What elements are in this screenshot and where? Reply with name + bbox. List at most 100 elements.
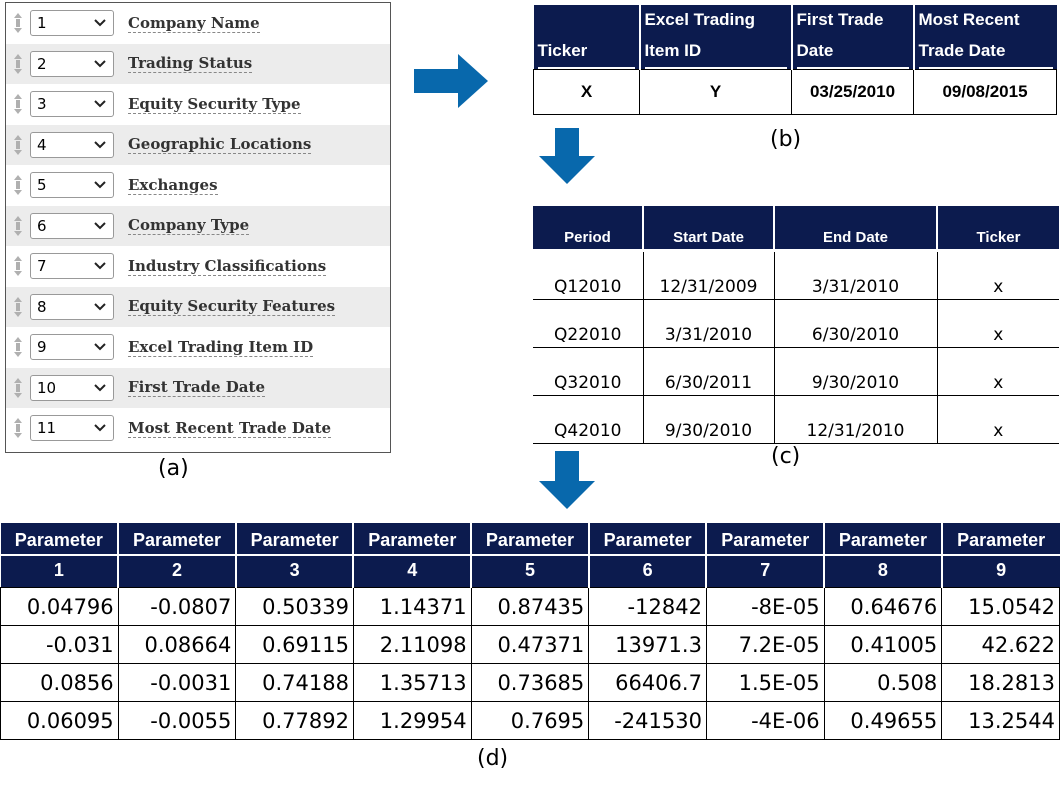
table-cell: 66406.7 [588,663,707,702]
column-header: Parameter 6 [587,523,707,588]
table-cell: 0.04796 [0,587,119,626]
header-number: 1 [0,554,118,584]
table-cell: 1.29954 [352,701,472,740]
table-cell: 03/25/2010 [791,69,914,115]
table-row: Q22010 3/31/2010 6/30/2010 x [533,299,1059,348]
order-select-value: 9 [37,338,47,357]
arrow-right-icon [414,54,488,108]
column-header: Parameter 1 [0,523,119,588]
table-cell: 0.49655 [823,701,943,740]
order-select-value: 11 [37,419,57,438]
drag-handle-icon[interactable] [6,93,30,115]
column-header: Parameter 2 [117,523,236,588]
header-word: Parameter [132,530,222,550]
field-label[interactable]: Equity Security Features [128,297,336,317]
table-cell: 0.69115 [235,625,354,664]
order-select[interactable]: 3 [30,91,114,118]
order-select-value: 2 [37,54,47,73]
chevron-down-icon [93,214,107,245]
drag-handle-icon[interactable] [6,417,30,439]
column-header: Period [533,206,643,252]
table-cell: 09/08/2015 [913,69,1057,115]
table-cell: 0.47371 [470,625,590,664]
drag-handle-icon[interactable] [6,336,30,358]
order-select[interactable]: 7 [30,253,114,280]
table-row: Q32010 6/30/2011 9/30/2010 x [533,347,1059,396]
field-row: 10 First Trade Date [6,367,390,408]
table-cell: -0.031 [0,625,119,664]
drag-handle-icon[interactable] [6,255,30,277]
drag-handle-icon[interactable] [6,12,30,34]
table-cell: 1.35713 [352,663,472,702]
order-select[interactable]: 11 [30,415,114,442]
drag-handle-icon[interactable] [6,215,30,237]
field-label[interactable]: Company Type [128,216,250,236]
table-row: Q12010 12/31/2009 3/31/2010 x [533,250,1059,300]
order-select[interactable]: 1 [30,10,114,37]
chevron-down-icon [93,133,107,164]
chevron-down-icon [93,295,107,326]
period-table: Period Start Date End Date Ticker Q12010 12/… [533,206,1059,444]
table-cell: 3/31/2010 [773,250,937,300]
table-row: Q42010 9/30/2010 12/31/2010 x [533,395,1059,444]
table-cell: 6/30/2010 [773,299,937,348]
caption-b: (b) [770,127,802,152]
field-label[interactable]: Exchanges [128,176,218,195]
order-select[interactable]: 9 [30,334,114,361]
field-row: 6 Company Type [6,205,390,246]
header-number: 5 [472,554,588,584]
field-label[interactable]: Geographic Locations [128,135,312,155]
table-cell: Q42010 [533,395,643,444]
header-word: Parameter [838,530,927,550]
order-select[interactable]: 2 [30,50,114,77]
field-label[interactable]: Trading Status [128,54,253,74]
column-header: Excel Trading Item ID [638,5,792,70]
field-label[interactable]: Industry Classifications [128,257,327,276]
table-cell: 0.0856 [0,663,119,702]
order-select[interactable]: 6 [30,212,114,239]
caption-d: (d) [477,746,509,771]
header-word: Parameter [485,530,574,550]
header-number: 4 [354,554,471,584]
field-label[interactable]: Company Name [128,14,260,33]
order-select[interactable]: 10 [30,374,114,401]
table-cell: -12842 [588,587,707,626]
field-label[interactable]: First Trade Date [128,378,265,398]
table-cell: x [936,250,1059,300]
field-label[interactable]: Excel Trading Item ID [128,338,314,357]
table-cell: 0.87435 [470,587,590,626]
table-cell: 6/30/2011 [642,347,774,396]
drag-handle-icon[interactable] [6,174,30,196]
chevron-down-icon [93,335,107,366]
header-text: First Trade [796,10,884,29]
table-cell: -0.0031 [117,663,237,702]
column-header: Parameter 5 [470,523,589,588]
trading-info-table: Ticker Excel Trading Item ID First Trade Dat… [533,5,1057,115]
drag-handle-icon[interactable] [6,53,30,75]
chevron-down-icon [93,173,107,204]
table-cell: -4E-06 [705,701,825,740]
drag-handle-icon[interactable] [6,296,30,318]
drag-handle-icon[interactable] [6,377,30,399]
order-select[interactable]: 8 [30,293,114,320]
table-cell: -8E-05 [705,587,825,626]
field-label[interactable]: Equity Security Type [128,95,301,114]
order-select[interactable]: 5 [30,172,114,199]
header-word: Parameter [721,530,810,550]
header-number: 6 [589,554,706,584]
header-number: 8 [825,554,941,584]
table-cell: 15.0542 [941,587,1060,626]
order-select[interactable]: 4 [30,131,114,158]
field-label[interactable]: Most Recent Trade Date [128,419,332,438]
field-row: 3 Equity Security Type [6,84,390,125]
table-row: 0.0856 -0.0031 0.74188 1.35713 0.73685 66406.… [0,663,1060,702]
header-word: Parameter [14,530,103,550]
drag-handle-icon[interactable] [6,134,30,156]
table-cell: Q32010 [533,347,643,396]
table-cell: -0.0055 [117,701,237,740]
header-number: 2 [119,554,235,584]
table-cell: 12/31/2010 [773,395,937,444]
header-text: Item ID [644,35,787,69]
header-text: Date [796,35,909,69]
header-word: Parameter [957,530,1046,550]
